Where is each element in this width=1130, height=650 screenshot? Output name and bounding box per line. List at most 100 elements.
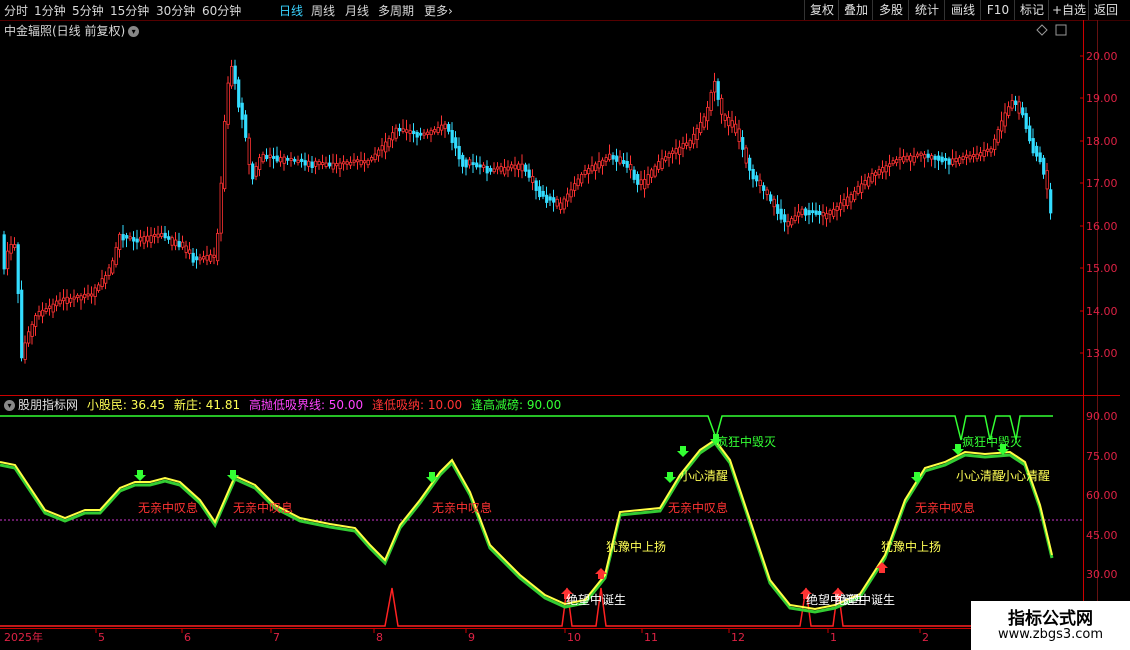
candle-body	[457, 145, 461, 160]
diamond-icon[interactable]	[1036, 24, 1048, 36]
f10-button[interactable]: F10	[980, 0, 1015, 20]
period-tab-5min[interactable]: 5分钟	[72, 2, 104, 19]
period-tab-15min[interactable]: 15分钟	[110, 2, 149, 19]
candle-body	[580, 173, 584, 184]
add-favorite-button[interactable]: +自选	[1048, 0, 1089, 20]
candle-body	[443, 123, 447, 129]
sell-signal-line	[0, 415, 1053, 441]
candle-body	[314, 160, 318, 167]
candle-body	[349, 161, 353, 166]
candle-body	[412, 130, 416, 135]
candle-body	[104, 275, 108, 284]
mark-button[interactable]: 标记	[1014, 0, 1049, 20]
candle-body	[37, 311, 41, 317]
candle-body	[55, 300, 59, 307]
xiaogumin-line	[0, 438, 1053, 611]
stats-button[interactable]: 统计	[908, 0, 945, 20]
multi-stock-button[interactable]: 多股	[872, 0, 909, 20]
main-chart-title[interactable]: 中金辐照(日线 前复权) ▾	[4, 22, 140, 39]
candle-body	[226, 82, 230, 125]
annotation-label: 疯狂中毁灭	[716, 434, 776, 449]
date-label: 1	[830, 631, 837, 644]
legend-sell-high: 逢高减磅: 90.00	[471, 398, 562, 412]
candle-body	[986, 148, 990, 152]
candle-body	[293, 158, 297, 162]
candle-body	[79, 295, 83, 301]
candle-body	[779, 208, 783, 220]
period-tab-more[interactable]: 更多›	[424, 2, 453, 19]
legend-xiaogumin: 小股民: 36.45	[86, 398, 166, 412]
candle-body	[594, 163, 598, 171]
candle-body	[688, 140, 692, 148]
annotation-label: 小心清醒	[680, 469, 728, 483]
candle-body	[468, 159, 472, 166]
candle-body	[611, 155, 615, 160]
candle-body	[219, 182, 223, 234]
candle-body	[261, 153, 265, 163]
candle-body	[839, 202, 843, 210]
candle-body	[13, 244, 17, 248]
watermark-title: 指标公式网	[1008, 609, 1093, 629]
up-arrow-icon	[595, 568, 607, 579]
candle-body	[279, 157, 283, 163]
candle-body	[9, 244, 13, 254]
settings-circle-icon[interactable]: ▾	[4, 400, 15, 411]
candle-body	[282, 156, 286, 164]
candle-body	[790, 218, 794, 226]
period-tab-daily[interactable]: 日线	[279, 2, 303, 19]
period-tab-60min[interactable]: 60分钟	[202, 2, 241, 19]
candle-body	[755, 175, 759, 182]
candle-body	[142, 236, 146, 244]
candle-body	[114, 246, 118, 266]
candle-body	[86, 293, 90, 297]
candle-body	[793, 215, 797, 221]
period-tab-1min[interactable]: 1分钟	[34, 2, 66, 19]
candle-body	[573, 183, 577, 191]
candle-body	[804, 208, 808, 216]
period-tab-multi[interactable]: 多周期	[378, 2, 414, 19]
candle-body	[1007, 106, 1011, 116]
candle-body	[587, 168, 591, 175]
candle-body	[811, 210, 815, 214]
annotation-label: 无亲中叹息	[668, 500, 728, 515]
candle-body	[401, 128, 405, 132]
candle-body	[1042, 157, 1046, 175]
period-tab-fenshi[interactable]: 分时	[4, 2, 28, 19]
candle-body	[118, 233, 122, 250]
candle-body	[968, 155, 972, 160]
date-label: 11	[644, 631, 658, 644]
candle-body	[923, 154, 927, 159]
candle-body	[111, 260, 115, 274]
candle-body	[622, 160, 626, 165]
period-tab-monthly[interactable]: 月线	[345, 2, 369, 19]
candle-body	[366, 159, 370, 166]
candle-body	[912, 155, 916, 163]
expand-icon[interactable]	[1055, 24, 1067, 36]
period-tab-30min[interactable]: 30分钟	[156, 2, 195, 19]
candle-body	[286, 157, 290, 161]
overlay-button[interactable]: 叠加	[838, 0, 873, 20]
candle-body	[758, 179, 762, 187]
chevron-down-icon[interactable]: ▾	[128, 26, 140, 37]
fuquan-button[interactable]: 复权	[804, 0, 839, 20]
candle-body	[954, 157, 958, 162]
candle-body	[419, 132, 423, 136]
period-tab-weekly[interactable]: 周线	[311, 2, 335, 19]
candle-body	[734, 123, 738, 134]
indicator-name[interactable]: 股朋指标网	[18, 398, 78, 412]
candle-body	[289, 158, 293, 161]
candle-body	[569, 189, 573, 198]
up-arrow-icon	[876, 562, 888, 573]
indicator-y-axis: 90.00 75.00 60.00 45.00 30.00 15.00	[1086, 410, 1118, 620]
candle-body	[951, 158, 955, 165]
draw-line-button[interactable]: 画线	[944, 0, 981, 20]
candle-body	[597, 161, 601, 169]
back-button[interactable]: 返回	[1088, 0, 1123, 20]
period-tab-more-label: 更多	[424, 4, 449, 18]
candle-body	[961, 156, 965, 160]
candle-body	[58, 299, 62, 305]
down-arrow-icon	[997, 444, 1009, 455]
candle-body	[1049, 189, 1053, 214]
candle-body	[944, 158, 948, 161]
candle-body	[482, 164, 486, 168]
